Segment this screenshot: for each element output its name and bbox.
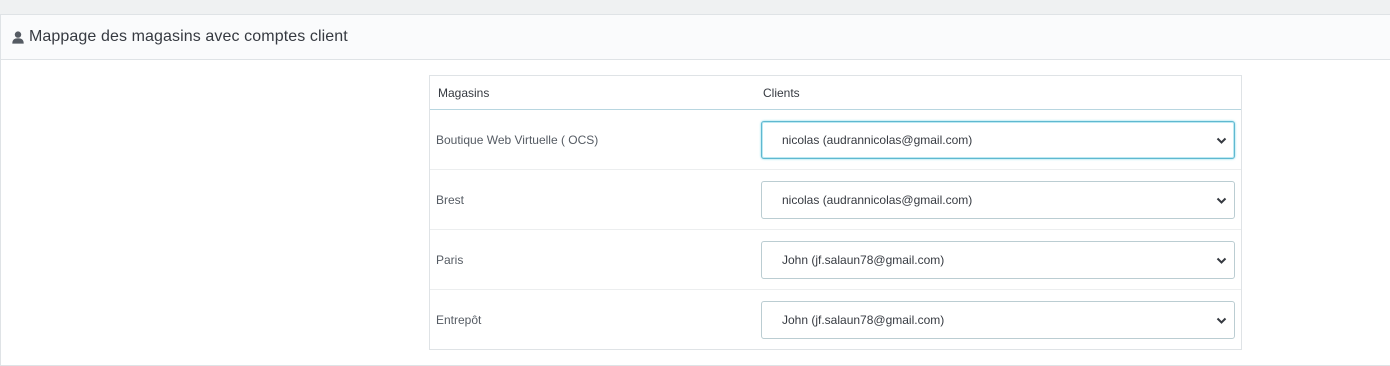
top-gap <box>0 0 1390 14</box>
chevron-down-icon <box>1216 257 1227 264</box>
store-name: Paris <box>436 252 464 267</box>
table-row: Entrepôt John (jf.salaun78@gmail.com) <box>430 290 1241 350</box>
client-cell: nicolas (audrannicolas@gmail.com) <box>755 180 1241 219</box>
column-header-stores: Magasins <box>438 85 490 100</box>
client-select-value: John (jf.salaun78@gmail.com) <box>782 252 945 267</box>
client-select[interactable]: John (jf.salaun78@gmail.com) <box>761 301 1235 339</box>
table-header: Magasins Clients <box>430 76 1241 110</box>
client-select[interactable]: nicolas (audrannicolas@gmail.com) <box>761 120 1235 159</box>
user-icon <box>12 30 24 44</box>
store-mapping-panel: Mappage des magasins avec comptes client… <box>0 14 1390 366</box>
client-cell: nicolas (audrannicolas@gmail.com) <box>755 120 1241 159</box>
table-row: Paris John (jf.salaun78@gmail.com) <box>430 230 1241 290</box>
chevron-down-icon <box>1216 137 1227 144</box>
store-name: Brest <box>436 192 465 207</box>
table-row: Brest nicolas (audrannicolas@gmail.com) <box>430 170 1241 230</box>
client-select-value: nicolas (audrannicolas@gmail.com) <box>782 132 973 147</box>
mapping-table: Magasins Clients Boutique Web Virtuelle … <box>429 75 1242 350</box>
chevron-down-icon <box>1216 197 1227 204</box>
table-row: Boutique Web Virtuelle ( OCS) nicolas (a… <box>430 110 1241 170</box>
store-name: Entrepôt <box>436 313 482 327</box>
client-select[interactable]: John (jf.salaun78@gmail.com) <box>761 240 1235 279</box>
column-header-clients: Clients <box>763 85 800 100</box>
client-cell: John (jf.salaun78@gmail.com) <box>755 301 1241 339</box>
client-select-value: John (jf.salaun78@gmail.com) <box>782 313 945 327</box>
client-select[interactable]: nicolas (audrannicolas@gmail.com) <box>761 180 1235 219</box>
client-select-value: nicolas (audrannicolas@gmail.com) <box>782 192 973 207</box>
panel-heading: Mappage des magasins avec comptes client <box>1 15 1390 60</box>
store-name: Boutique Web Virtuelle ( OCS) <box>436 132 599 147</box>
panel-title: Mappage des magasins avec comptes client <box>29 28 348 45</box>
chevron-down-icon <box>1216 317 1227 324</box>
client-cell: John (jf.salaun78@gmail.com) <box>755 240 1241 279</box>
